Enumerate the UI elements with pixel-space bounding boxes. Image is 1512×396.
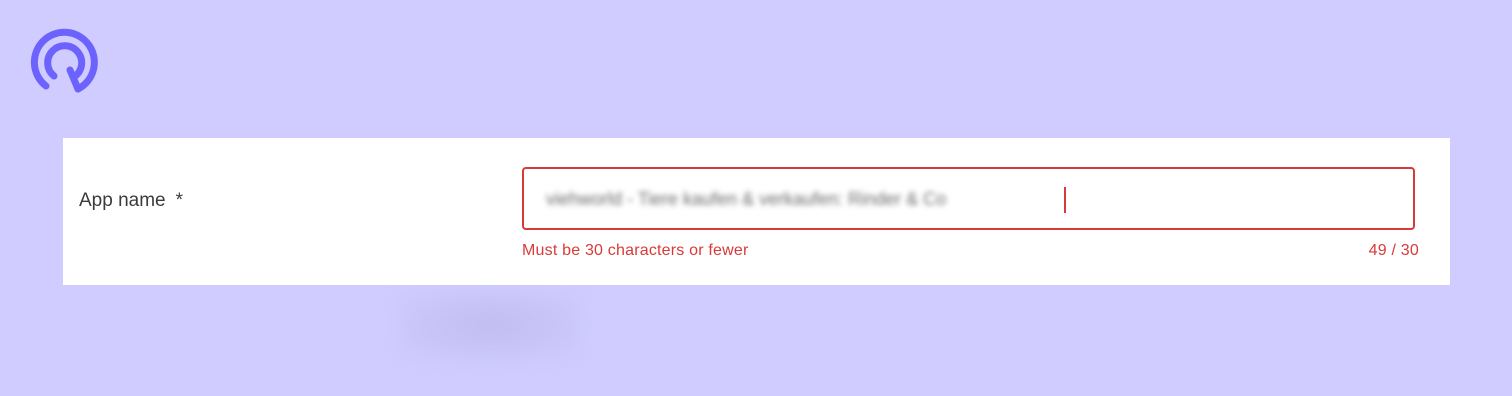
app-name-label: App name * [79,190,183,212]
app-name-input-value: viehworld - Tiere kaufen & verkaufen: Ri… [546,189,947,209]
app-name-label-text: App name [79,190,166,211]
brand-logo-icon [28,26,104,96]
required-marker: * [175,190,184,211]
background-shadow [400,290,580,360]
form-card: App name * viehworld - Tiere kaufen & ver… [63,138,1450,285]
character-counter: 49 / 30 [1368,242,1419,259]
text-caret [1064,187,1066,213]
error-message: Must be 30 characters or fewer [522,242,749,259]
app-name-input[interactable]: viehworld - Tiere kaufen & verkaufen: Ri… [522,167,1415,230]
